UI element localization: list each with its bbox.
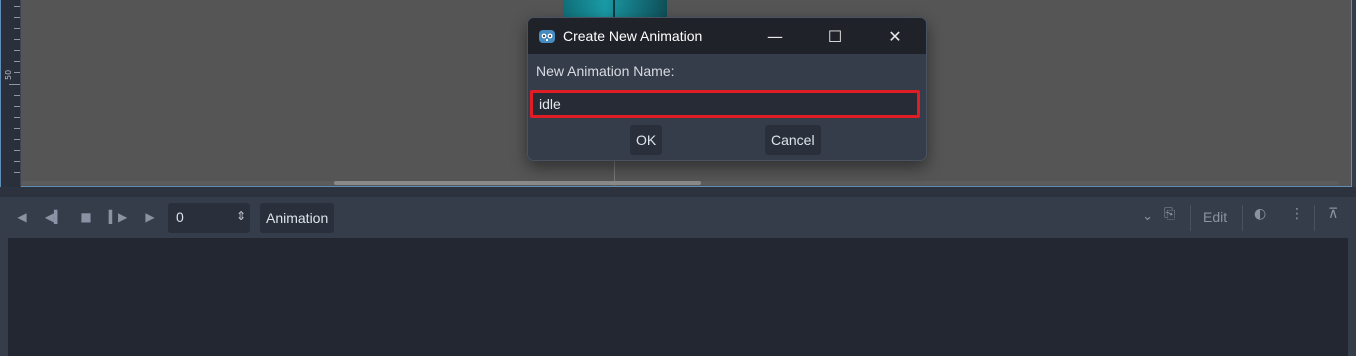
more-icon[interactable]: ⋮ (1290, 206, 1304, 222)
pin-icon[interactable]: ⊼ (1328, 206, 1338, 222)
vertical-ruler: 50 (1, 0, 21, 187)
dialog-title: Create New Animation (563, 28, 703, 44)
dialog-titlebar[interactable]: Create New Animation — ☐ ✕ (528, 18, 926, 54)
edit-button[interactable]: Edit (1203, 209, 1227, 225)
animation-name-input[interactable] (533, 93, 917, 115)
onion-skin-icon[interactable]: ◐ (1254, 206, 1266, 222)
close-icon[interactable]: ✕ (880, 26, 910, 46)
play-icon[interactable]: ▶ (140, 207, 160, 227)
animation-select[interactable]: ⌄ (346, 203, 1161, 233)
chevron-down-icon: ⌄ (1142, 209, 1153, 224)
animation-name-label: New Animation Name: (536, 63, 675, 79)
stop-icon[interactable]: ■ (76, 207, 96, 227)
spin-icon[interactable]: ⇕ (236, 209, 246, 223)
godot-icon (539, 30, 555, 43)
panel-separator (0, 187, 1356, 197)
ok-button[interactable]: OK (630, 125, 663, 155)
frame-spinbox[interactable]: 0 ⇕ (168, 203, 250, 233)
animation-toolbar: ◀ ◀︎▍ ■ ▍▶ ▶ 0 ⇕ Animation ⌄ ⎘ Edit ◐ ⋮ … (4, 197, 1352, 237)
play-backwards-icon[interactable]: ◀ (12, 207, 32, 227)
animation-name-highlight (530, 90, 920, 118)
minimize-icon[interactable]: — (760, 26, 790, 46)
step-back-icon[interactable]: ◀︎▍ (44, 207, 64, 227)
frame-value: 0 (176, 209, 184, 225)
maximize-icon[interactable]: ☐ (820, 26, 850, 46)
horizontal-scrollbar-thumb[interactable] (334, 181, 701, 185)
animation-track-panel[interactable] (8, 238, 1348, 356)
create-animation-dialog: Create New Animation — ☐ ✕ New Animation… (527, 17, 927, 161)
step-forward-icon[interactable]: ▍▶ (108, 207, 128, 227)
ruler-label: 50 (4, 69, 13, 80)
animation-label: Animation (260, 203, 335, 233)
autoplay-icon[interactable]: ⎘ (1164, 206, 1175, 222)
cancel-button[interactable]: Cancel (765, 125, 821, 155)
